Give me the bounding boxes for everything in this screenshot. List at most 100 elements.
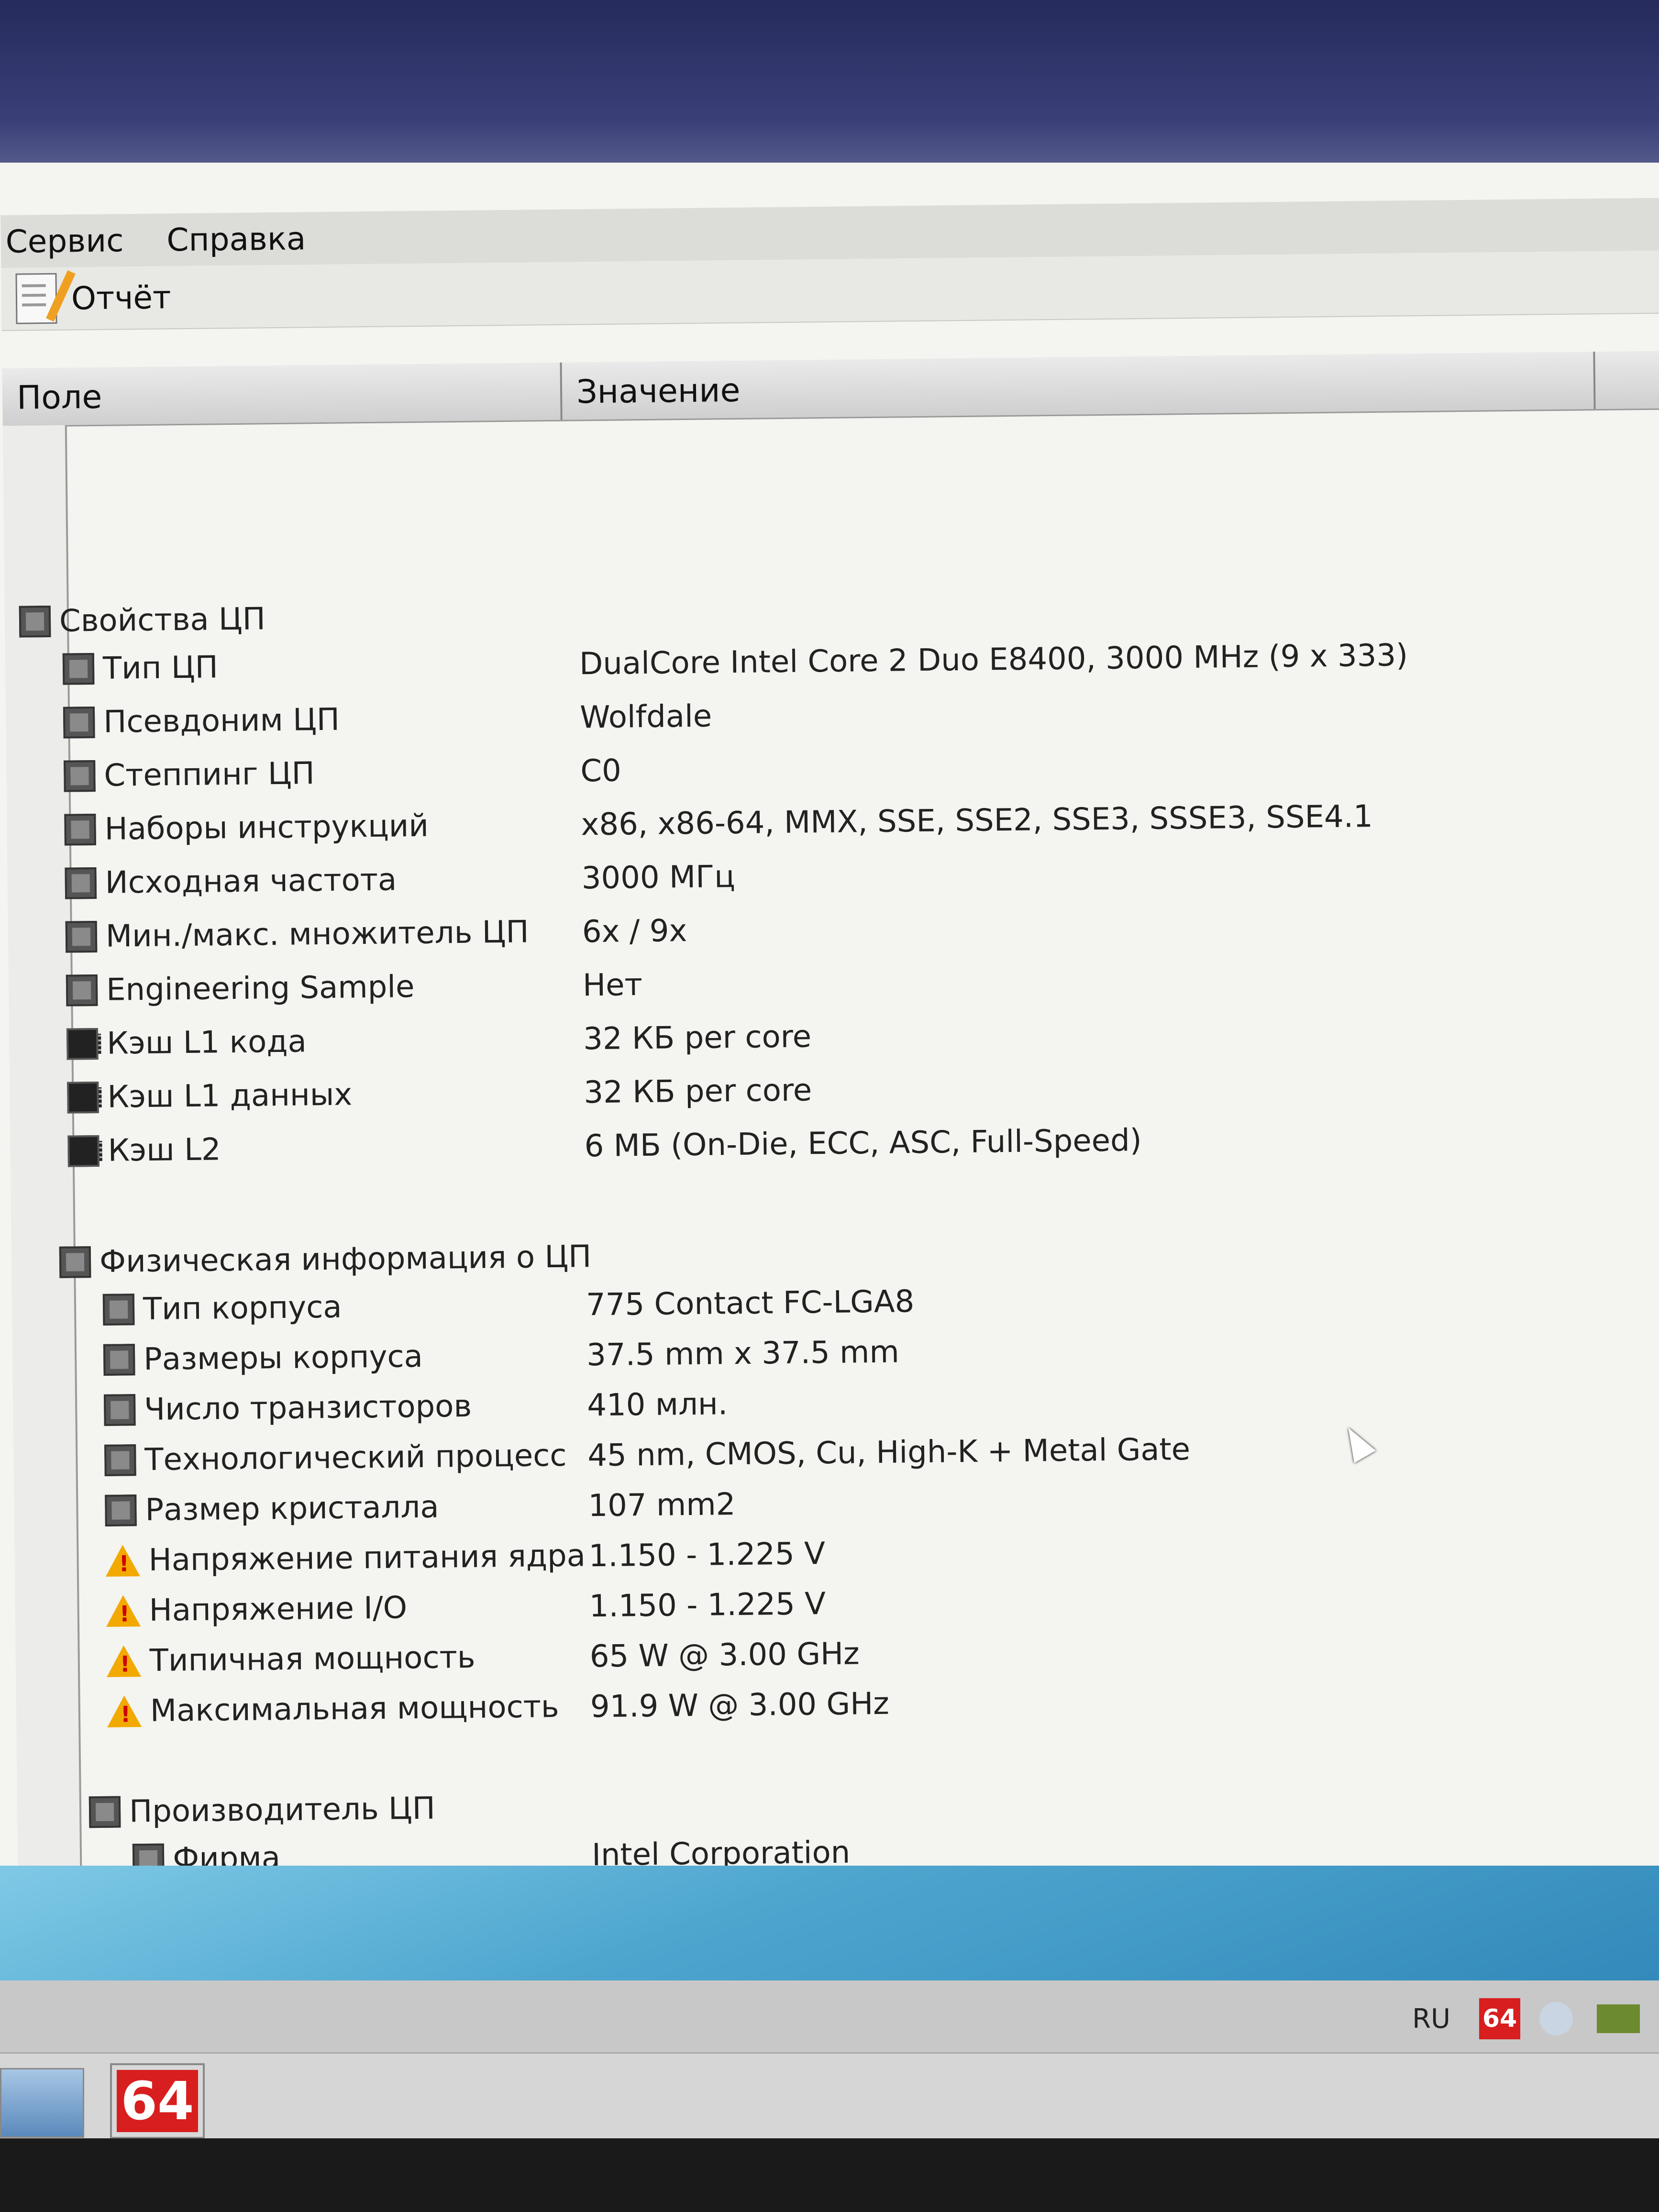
cpu-box-icon <box>63 706 95 739</box>
section-header-cpu-props[interactable]: Свойства ЦП <box>19 595 266 645</box>
section-header-manufacturer[interactable]: Производитель ЦП <box>88 1785 436 1836</box>
network-tray-icon[interactable] <box>1539 2002 1573 2035</box>
property-row[interactable]: Псевдоним ЦП <box>63 696 340 747</box>
aida64-window: Сервис Справка Отчёт Поле Значение ▼ Сво… <box>0 163 1659 1971</box>
cpu-box-icon <box>59 1246 91 1278</box>
action-center-tray-icon[interactable] <box>1597 2004 1640 2033</box>
property-row[interactable]: Engineering Sample <box>66 963 415 1015</box>
property-field: Исходная частота <box>105 862 397 901</box>
aida64-taskbar-button[interactable]: 64 <box>110 2063 205 2139</box>
property-field: Напряжение питания ядра <box>148 1538 586 1578</box>
property-field: Тип корпуса <box>143 1289 342 1327</box>
property-value: 1.150 - 1.225 V <box>589 1586 826 1625</box>
monitor-top-bezel <box>0 0 1659 172</box>
cpu-box-icon <box>104 1444 136 1476</box>
property-row[interactable]: Кэш L1 данных <box>67 1071 353 1121</box>
property-field: Размеры корпуса <box>143 1338 423 1377</box>
system-tray: RU 64 <box>0 1980 1659 2057</box>
aida64-tray-icon[interactable]: 64 <box>1479 1998 1520 2039</box>
section-header-physical[interactable]: Физическая информация о ЦП <box>59 1233 592 1286</box>
cpu-box-icon <box>66 974 98 1006</box>
warning-icon <box>107 1695 142 1727</box>
monitor-bottom-bezel <box>0 2138 1659 2212</box>
column-header-extra[interactable] <box>1595 351 1659 409</box>
report-label: Отчёт <box>71 278 171 317</box>
property-field: Псевдоним ЦП <box>103 702 340 740</box>
warning-icon <box>105 1545 140 1577</box>
property-field: Тип ЦП <box>102 650 219 686</box>
cpu-box-icon <box>103 1394 136 1426</box>
property-value: Wolfdale <box>579 698 712 736</box>
language-indicator[interactable]: RU <box>1412 2003 1450 2035</box>
property-row[interactable]: Напряжение I/O <box>106 1584 407 1635</box>
cpu-box-icon <box>19 605 51 638</box>
property-field: Наборы инструкций <box>104 808 429 847</box>
property-row[interactable]: Максимальная мощность <box>107 1683 559 1736</box>
property-row[interactable]: Технологический процесс <box>104 1432 567 1484</box>
property-value: 1.150 - 1.225 V <box>588 1536 826 1574</box>
cpu-box-icon <box>64 760 96 792</box>
property-value: 3000 МГц <box>581 859 736 896</box>
property-value: C0 <box>580 753 622 789</box>
cpu-box-icon <box>65 867 97 899</box>
taskbar: 64 <box>0 2052 1659 2140</box>
property-field: Мин./макс. множитель ЦП <box>105 914 529 954</box>
section-title: Производитель ЦП <box>129 1791 436 1830</box>
property-row[interactable]: Наборы инструкций <box>64 802 429 854</box>
cpu-box-icon <box>64 813 96 846</box>
property-field: Кэш L1 данных <box>107 1077 353 1115</box>
property-row[interactable]: Кэш L2 <box>67 1126 221 1175</box>
property-value: 91.9 W @ 3.00 GHz <box>590 1686 890 1725</box>
property-value: 65 W @ 3.00 GHz <box>589 1636 860 1675</box>
property-row[interactable]: Кэш L1 кода <box>66 1018 307 1068</box>
property-value: Нет <box>582 967 643 1004</box>
cpu-box-icon <box>65 920 98 953</box>
property-row[interactable]: Размеры корпуса <box>103 1333 423 1384</box>
cpu-box-icon <box>103 1344 135 1376</box>
property-value: DualCore Intel Core 2 Duo E8400, 3000 MH… <box>579 638 1408 682</box>
list-header: Поле Значение <box>2 351 1659 427</box>
property-value: 45 nm, CMOS, Cu, High-K + Metal Gate <box>587 1432 1191 1474</box>
report-button[interactable]: Отчёт <box>6 267 181 329</box>
property-row[interactable]: Тип корпуса <box>102 1283 342 1334</box>
property-value: 107 mm2 <box>588 1487 736 1524</box>
property-row[interactable]: Размер кристалла <box>105 1483 439 1535</box>
explorer-taskbar-icon[interactable] <box>0 2068 84 2138</box>
property-value: x86, x86-64, MMX, SSE, SSE2, SSE3, SSSE3… <box>581 799 1373 843</box>
property-field: Напряжение I/O <box>149 1590 408 1628</box>
property-row[interactable]: Напряжение питания ядра <box>105 1532 586 1585</box>
property-value: 32 КБ per core <box>584 1073 812 1111</box>
property-value: 410 млн. <box>586 1386 728 1424</box>
property-row[interactable]: Исходная частота <box>65 856 397 907</box>
warning-icon <box>106 1645 142 1677</box>
property-field: Число транзисторов <box>144 1388 472 1427</box>
window-content: Сервис Справка Отчёт Поле Значение ▼ Сво… <box>0 163 1659 1971</box>
property-field: Технологический процесс <box>144 1438 567 1478</box>
report-icon <box>15 270 76 324</box>
column-header-field[interactable]: Поле <box>2 362 563 426</box>
column-header-value[interactable]: Значение <box>562 352 1596 420</box>
property-row[interactable]: Типичная мощность <box>106 1634 476 1685</box>
aida64-taskbar-icon: 64 <box>117 2070 198 2132</box>
cpu-box-icon <box>62 653 95 685</box>
cpu-box-icon <box>105 1494 137 1526</box>
property-field: Размер кристалла <box>145 1489 439 1528</box>
menu-service[interactable]: Сервис <box>0 219 129 263</box>
property-field: Кэш L1 кода <box>106 1024 307 1062</box>
menu-help[interactable]: Справка <box>162 217 311 261</box>
property-row[interactable]: Тип ЦП <box>62 643 219 693</box>
property-value: 32 КБ per core <box>583 1019 812 1057</box>
property-row[interactable]: Число транзисторов <box>103 1382 472 1434</box>
property-field: Максимальная мощность <box>150 1689 560 1729</box>
cpu-box-icon <box>88 1796 121 1828</box>
memory-chip-icon <box>66 1028 99 1060</box>
property-value: 6 МБ (On-Die, ECC, ASC, Full-Speed) <box>584 1123 1142 1164</box>
memory-chip-icon <box>67 1081 99 1114</box>
property-field: Типичная мощность <box>149 1639 476 1679</box>
property-field: Engineering Sample <box>106 969 415 1008</box>
warning-icon <box>106 1595 141 1627</box>
property-row[interactable]: Степпинг ЦП <box>64 750 315 800</box>
section-title: Свойства ЦП <box>59 601 266 639</box>
property-row[interactable]: Мин./макс. множитель ЦП <box>65 908 529 961</box>
property-value: 775 Contact FC-LGA8 <box>586 1284 915 1323</box>
